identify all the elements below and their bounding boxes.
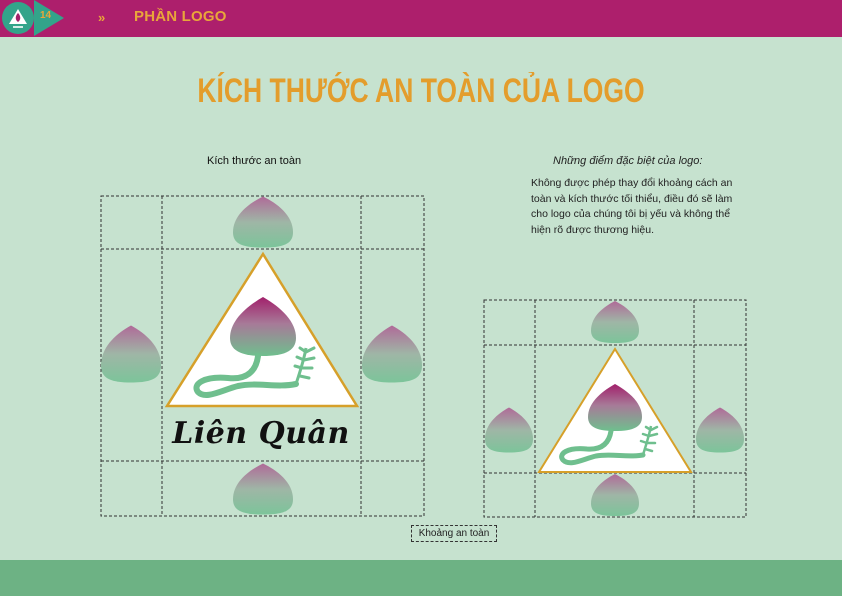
lotus-bud-icon bbox=[485, 407, 533, 453]
lotus-bud-icon bbox=[101, 325, 161, 383]
lotus-bud-icon bbox=[591, 301, 639, 343]
brand-wordmark: Liên Quân bbox=[172, 416, 350, 451]
lotus-logo-icon bbox=[164, 251, 360, 408]
lotus-bud-icon bbox=[233, 196, 293, 248]
lotus-bud-icon bbox=[362, 325, 422, 383]
lotus-bud-icon bbox=[233, 463, 293, 515]
safe-zone-label: Khoảng an toàn bbox=[411, 525, 497, 542]
safe-zone-diagrams bbox=[100, 195, 747, 518]
footer-bar bbox=[0, 560, 842, 596]
lotus-bud-icon bbox=[696, 407, 744, 453]
lotus-bud-icon bbox=[591, 474, 639, 516]
lotus-logo-icon bbox=[537, 347, 693, 473]
